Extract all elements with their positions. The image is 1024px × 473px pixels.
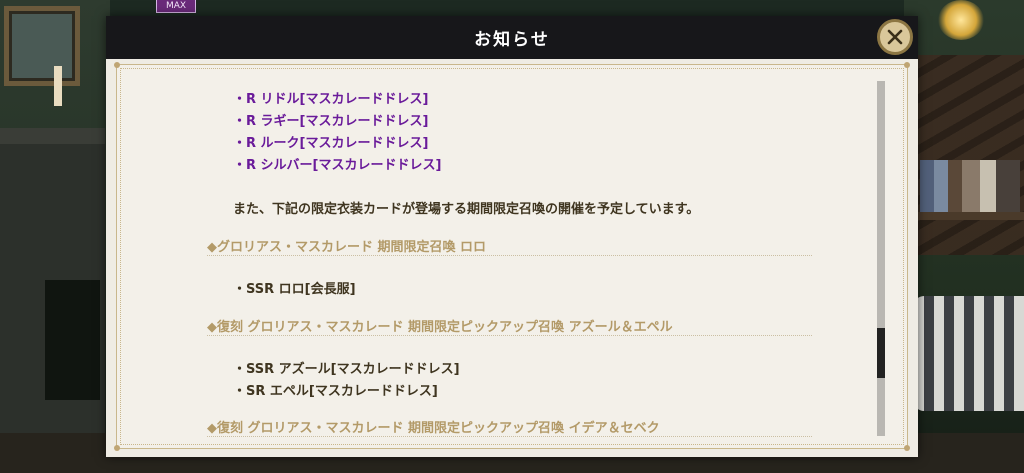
close-icon <box>887 29 903 45</box>
costume-card-link[interactable]: ・R シルバー[マスカレードドレス] <box>233 154 441 173</box>
corner-ornament <box>904 62 910 68</box>
bookshelf-books <box>920 160 1020 212</box>
costume-card-link[interactable]: ・R ルーク[マスカレードドレス] <box>233 132 428 151</box>
candle <box>54 66 62 106</box>
dialog-title-bar: お知らせ <box>106 16 918 59</box>
striped-sofa <box>914 296 1024 411</box>
section-heading: ◆グロリアス・マスカレード 期間限定召喚 ロロ <box>207 240 487 255</box>
notice-content-panel: ・R リドル[マスカレードドレス] ・R ラギー[マスカレードドレス] ・R ル… <box>114 62 910 451</box>
staircase <box>914 55 1024 255</box>
costume-card-link[interactable]: ・R ラギー[マスカレードドレス] <box>233 110 428 129</box>
wall-painting <box>4 6 80 86</box>
section-item: ・SR エペル[マスカレードドレス] <box>233 384 438 399</box>
scrollbar[interactable] <box>877 81 885 436</box>
costume-card-link[interactable]: ・R リドル[マスカレードドレス] <box>233 88 428 107</box>
lamp <box>938 0 984 40</box>
close-button[interactable] <box>877 19 913 55</box>
dialog-title: お知らせ <box>474 30 550 50</box>
scrollbar-thumb[interactable] <box>877 328 885 378</box>
mantel <box>0 128 105 144</box>
section-item: ・SSR アズール[マスカレードドレス] <box>233 362 460 377</box>
corner-ornament <box>114 445 120 451</box>
section-heading: ◆復刻 グロリアス・マスカレード 期間限定ピックアップ召喚 アズール＆エペル <box>207 320 673 335</box>
fireplace-opening <box>45 280 100 400</box>
summon-intro-text: また、下記の限定衣装カードが登場する期間限定召喚の開催を予定しています。 <box>233 202 700 217</box>
section-divider <box>207 255 812 256</box>
section-heading: ◆復刻 グロリアス・マスカレード 期間限定ピックアップ召喚 イデア＆セベク <box>207 421 660 436</box>
notice-dialog: お知らせ ・R リドル[マスカレードドレス] ・R ラギー[マスカレードドレス]… <box>106 16 918 457</box>
bookshelf <box>914 212 1024 220</box>
corner-ornament <box>904 445 910 451</box>
section-item: ・SSR ロロ[会長服] <box>233 282 356 297</box>
corner-ornament <box>114 62 120 68</box>
notice-scroll-area[interactable]: ・R リドル[マスカレードドレス] ・R ラギー[マスカレードドレス] ・R ル… <box>207 75 867 440</box>
section-divider <box>207 436 812 437</box>
section-divider <box>207 335 812 336</box>
max-badge: MAX <box>156 0 196 13</box>
